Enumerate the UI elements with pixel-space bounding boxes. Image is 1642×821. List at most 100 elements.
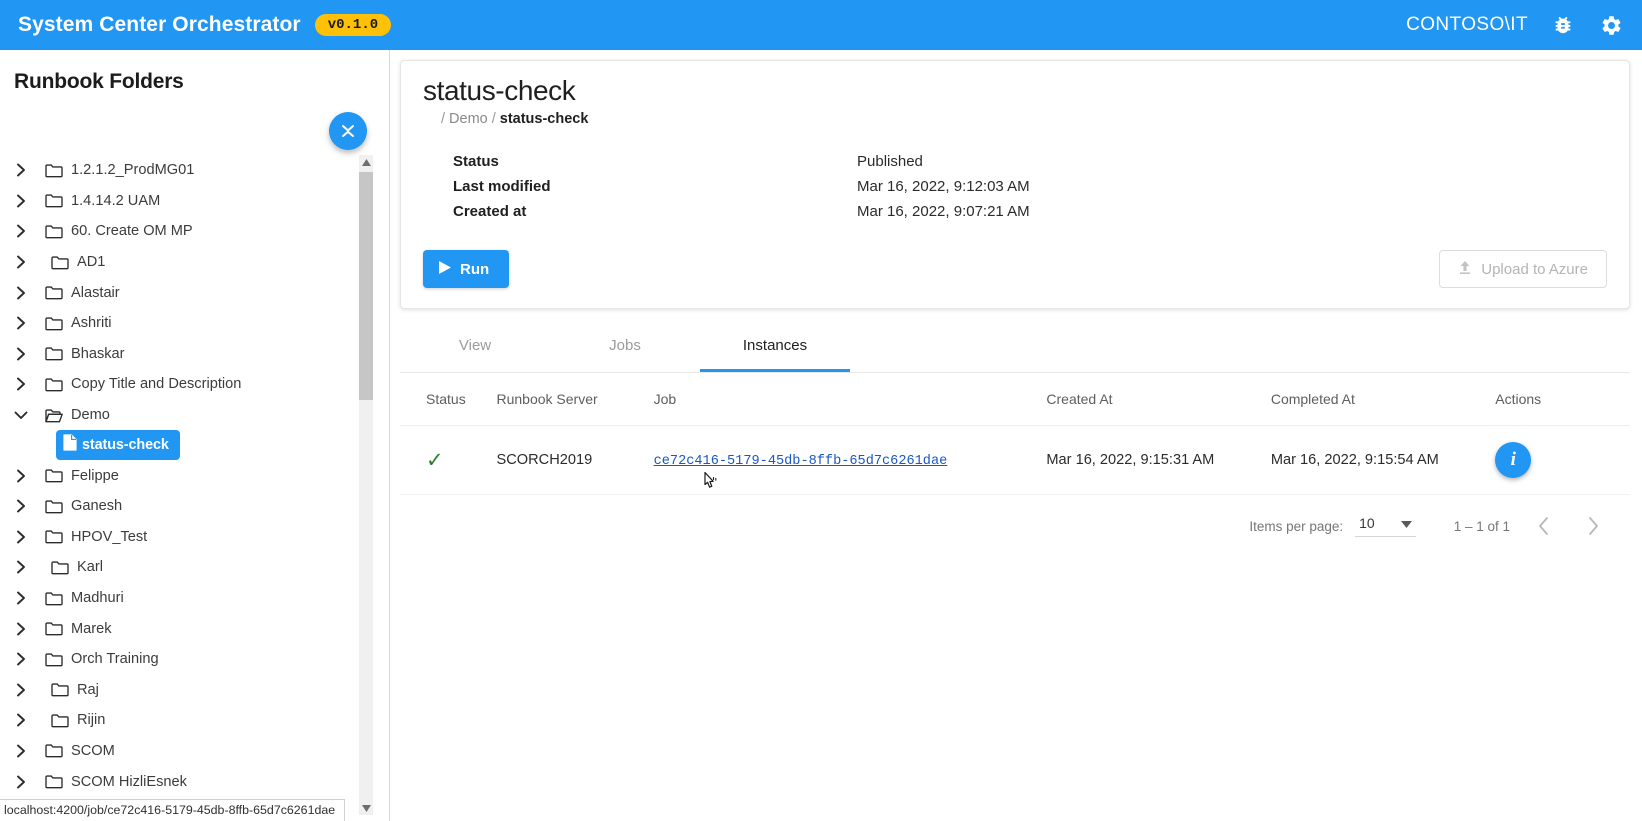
tree-folder-row[interactable]: 60. Create OM MP: [0, 216, 389, 247]
chevron-right-icon[interactable]: [11, 286, 31, 300]
tab-bar: View Jobs Instances: [400, 321, 1630, 373]
folder-icon: [45, 591, 69, 606]
runbook-metadata-table: Status Published Last modified Mar 16, 2022…: [453, 149, 1030, 224]
tree-folder-label: HPOV_Test: [71, 528, 148, 545]
tree-folder-row[interactable]: Ashriti: [0, 308, 389, 339]
tree-folder-row[interactable]: 1.4.14.2 UAM: [0, 186, 389, 217]
folder-icon: [45, 193, 69, 208]
breadcrumb-sep-root: /: [441, 111, 446, 127]
bug-icon[interactable]: [1550, 12, 1576, 38]
upload-to-azure-button[interactable]: Upload to Azure: [1439, 250, 1607, 288]
runbook-detail-card: status-check / Demo / status-check Status Pu…: [400, 60, 1630, 309]
chevron-right-icon[interactable]: [11, 652, 31, 666]
chevron-right-icon[interactable]: [11, 744, 31, 758]
column-header-job: Job: [653, 373, 1047, 426]
job-link[interactable]: ce72c416-5179-45db-8ffb-65d7c6261dae: [654, 454, 948, 469]
info-icon[interactable]: i: [1495, 442, 1532, 478]
folder-icon: [45, 377, 69, 392]
metadata-row: Status Published: [453, 149, 1030, 174]
tree-folder-row[interactable]: Ganesh: [0, 491, 389, 522]
metadata-value: Mar 16, 2022, 9:07:21 AM: [857, 203, 1030, 220]
run-button-label: Run: [460, 260, 490, 278]
paginator: Items per page: 10 1 – 1 of 1: [400, 495, 1630, 557]
sidebar-scrollbar-thumb[interactable]: [359, 172, 373, 400]
scrollbar-down-arrow[interactable]: [359, 801, 373, 815]
scrollbar-up-arrow[interactable]: [359, 155, 373, 169]
chevron-right-icon[interactable]: [11, 316, 31, 330]
tree-folder-row[interactable]: Copy Title and Description: [0, 369, 389, 400]
metadata-key: Last modified: [453, 178, 551, 195]
column-header-created-at: Created At: [1046, 373, 1271, 426]
instances-table: Status Runbook Server Job Created At Complet…: [400, 373, 1630, 495]
folder-icon: [45, 316, 69, 331]
tree-folder-row[interactable]: SCOM HizliEsnek: [0, 766, 389, 797]
runbook-metadata-body: Status Published Last modified Mar 16, 2022…: [453, 149, 1030, 224]
tree-folder-row[interactable]: Rijin: [0, 705, 389, 736]
chevron-right-icon[interactable]: [11, 224, 31, 238]
items-per-page-select[interactable]: 10: [1355, 515, 1416, 537]
next-page-button[interactable]: [1576, 509, 1610, 543]
upload-icon: [1458, 260, 1472, 279]
column-header-completed-at: Completed At: [1270, 373, 1496, 426]
run-button[interactable]: Run: [423, 250, 510, 288]
chevron-right-icon[interactable]: [11, 560, 31, 574]
chevron-right-icon[interactable]: [11, 713, 31, 727]
metadata-row: Created at Mar 16, 2022, 9:07:21 AM: [453, 199, 1030, 224]
cell-created-at: Mar 16, 2022, 9:15:31 AM: [1046, 425, 1271, 495]
chevron-right-icon[interactable]: [11, 683, 31, 697]
tree-folder-row[interactable]: Raj: [0, 675, 389, 706]
tree-folder-label: SCOM HizliEsnek: [71, 773, 187, 790]
column-header-runbook-server: Runbook Server: [496, 373, 654, 426]
chevron-right-icon[interactable]: [11, 163, 31, 177]
chevron-right-icon[interactable]: [11, 469, 31, 483]
breadcrumb-item-demo[interactable]: Demo: [449, 111, 488, 127]
tree-folder-label: SCOM: [71, 742, 115, 759]
tree-folder-row[interactable]: Felippe: [0, 460, 389, 491]
tree-folder-row[interactable]: Demo: [0, 400, 389, 431]
folder-icon: [45, 774, 69, 789]
cell-runbook-server: SCORCH2019: [496, 425, 654, 495]
tree-folder-row[interactable]: HPOV_Test: [0, 522, 389, 553]
chevron-right-icon[interactable]: [11, 530, 31, 544]
tree-folder-label: Copy Title and Description: [71, 376, 242, 393]
tree-folder-row[interactable]: Marek: [0, 613, 389, 644]
folder-icon: [51, 560, 75, 575]
tree-runbook-label: status-check: [82, 437, 169, 454]
chevron-down-icon[interactable]: [11, 410, 31, 421]
chevron-right-icon[interactable]: [11, 775, 31, 789]
folder-tree[interactable]: 1.2.1.2_ProdMG01 1.4.14.2 UAM 60. Create O…: [0, 155, 389, 821]
tree-folder-row[interactable]: Karl: [0, 552, 389, 583]
column-header-actions: Actions: [1495, 373, 1630, 426]
chevron-right-icon[interactable]: [11, 499, 31, 513]
previous-page-button[interactable]: [1526, 509, 1560, 543]
tree-folder-row[interactable]: AD1: [0, 247, 389, 278]
tab-instances[interactable]: Instances: [700, 321, 850, 372]
cell-status: ✓: [400, 425, 497, 495]
tree-folder-row[interactable]: Madhuri: [0, 583, 389, 614]
table-row[interactable]: ✓ SCORCH2019 ce72c416-5179-45db-8ffb-65d7c…: [400, 425, 1630, 495]
chevron-down-icon: [1400, 515, 1412, 531]
chevron-right-icon[interactable]: [11, 377, 31, 391]
chevron-right-icon[interactable]: [11, 194, 31, 208]
tree-folder-row[interactable]: Bhaskar: [0, 339, 389, 370]
chevron-right-icon[interactable]: [11, 622, 31, 636]
tab-jobs[interactable]: Jobs: [550, 321, 700, 372]
tree-folder-label: Karl: [77, 559, 103, 576]
chevron-right-icon[interactable]: [11, 591, 31, 605]
gear-icon[interactable]: [1598, 12, 1624, 38]
tree-folder-row[interactable]: Orch Training: [0, 644, 389, 675]
tree-folder-row[interactable]: SCOM: [0, 736, 389, 767]
tree-folder-row[interactable]: Alastair: [0, 277, 389, 308]
cell-job: ce72c416-5179-45db-8ffb-65d7c6261dae: [653, 425, 1047, 495]
file-icon: [63, 434, 77, 456]
breadcrumb: / Demo / status-check: [423, 111, 1607, 127]
tree-folder-label: Ganesh: [71, 498, 123, 515]
collapse-all-button[interactable]: [329, 112, 367, 150]
tree-runbook-item-selected[interactable]: status-check: [56, 430, 180, 461]
chevron-right-icon[interactable]: [11, 347, 31, 361]
tab-view[interactable]: View: [400, 321, 550, 372]
chevron-right-icon[interactable]: [11, 255, 31, 269]
check-icon: ✓: [426, 448, 444, 472]
upload-button-label: Upload to Azure: [1481, 260, 1588, 278]
tree-folder-row[interactable]: 1.2.1.2_ProdMG01: [0, 155, 389, 186]
